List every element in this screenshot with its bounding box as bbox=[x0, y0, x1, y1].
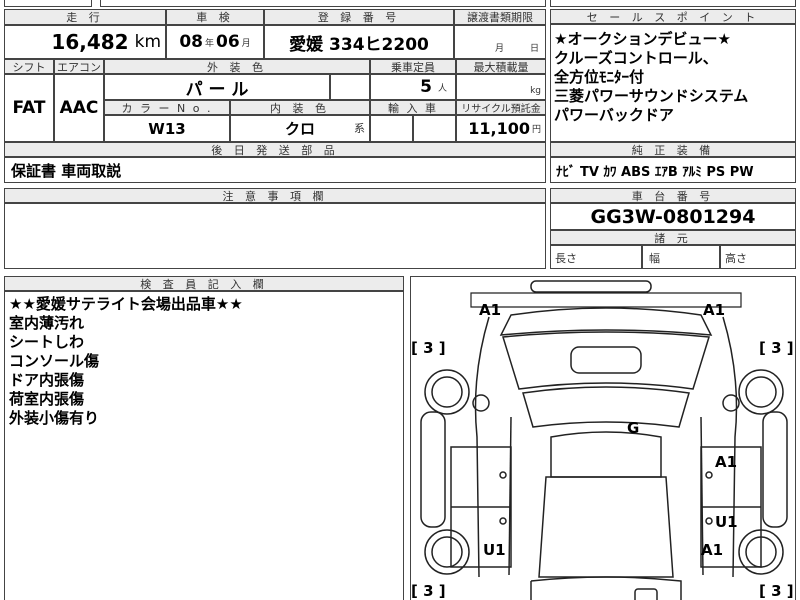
max-load-unit: kg bbox=[530, 86, 541, 96]
aircon-value: AAC bbox=[59, 98, 99, 118]
inspector-line: 荷室内張傷 bbox=[9, 390, 85, 408]
inspector-line: ドア内張傷 bbox=[9, 371, 85, 389]
transfer-month-unit: 月 bbox=[494, 44, 504, 54]
inspector-line: シートしわ bbox=[9, 333, 85, 351]
inspection-month: 06 bbox=[216, 32, 240, 52]
damage-mark-a1-right-quarter: A1 bbox=[701, 541, 724, 559]
exterior-color-extra bbox=[330, 74, 370, 100]
interior-color-cell: クロ 系 bbox=[230, 115, 370, 142]
shift-cell: FAT bbox=[4, 74, 54, 142]
aircon-header: エアコン bbox=[54, 59, 104, 74]
exterior-color-value: パ ー ル bbox=[185, 79, 249, 100]
sales-points-cell: ★オークションデビュー★ クルーズコントロール、 全方位ﾓﾆﾀｰ付 三菱パワーサ… bbox=[550, 24, 796, 142]
notes-header: 注 意 事 項 欄 bbox=[4, 188, 546, 203]
capacity-cell: 5 人 bbox=[370, 74, 456, 100]
recycle-cell: 11,100 円 bbox=[456, 115, 546, 142]
recycle-unit: 円 bbox=[531, 125, 541, 135]
dimensions-width-label: 幅 bbox=[649, 252, 660, 265]
recycle-value: 11,100 bbox=[468, 119, 530, 138]
equipment-header: 純 正 装 備 bbox=[550, 142, 796, 157]
inspection-header: 車 検 bbox=[166, 9, 264, 25]
tire-mark-front-left: [ 3 ] bbox=[411, 339, 446, 357]
mileage-header: 走 行 bbox=[4, 9, 166, 25]
dimensions-header: 諸 元 bbox=[550, 230, 796, 245]
interior-color-value: クロ bbox=[284, 120, 315, 138]
sales-point-line: クルーズコントロール、 bbox=[554, 49, 718, 67]
inspector-cell: ★★愛媛サテライト会場出品車★★ 室内薄汚れ シートしわ コンソール傷 ドア内張… bbox=[4, 291, 404, 600]
max-load-cell: kg bbox=[456, 74, 546, 100]
equipment-cell: ﾅﾋﾞ TV ｶﾜ ABS ｴｱB ｱﾙﾐ PS PW bbox=[550, 157, 796, 183]
transfer-day-unit: 日 bbox=[529, 44, 539, 54]
mileage-unit: km bbox=[134, 32, 161, 52]
import-cell-b bbox=[413, 115, 456, 142]
registration-header: 登 録 番 号 bbox=[264, 9, 454, 25]
tire-mark-front-right: [ 3 ] bbox=[759, 339, 794, 357]
shift-value: FAT bbox=[12, 98, 46, 118]
capacity-value: 5 bbox=[420, 77, 432, 97]
exterior-color-cell: パ ー ル bbox=[104, 74, 330, 100]
interior-color-suffix: 系 bbox=[354, 122, 365, 135]
mileage-cell: 16,482 km bbox=[4, 25, 166, 59]
sales-point-line: パワーバックドア bbox=[554, 106, 674, 124]
dimensions-length-label: 長さ bbox=[555, 252, 577, 265]
inspector-line: ★★愛媛サテライト会場出品車★★ bbox=[9, 295, 243, 313]
top-edge-left bbox=[4, 0, 92, 7]
inspector-line: 室内薄汚れ bbox=[9, 314, 85, 332]
color-no-value: W13 bbox=[148, 119, 186, 138]
chassis-value: GG3W-0801294 bbox=[590, 205, 756, 228]
car-outline bbox=[420, 280, 788, 600]
shift-header: シフト bbox=[4, 59, 54, 74]
damage-mark-a1-right-door: A1 bbox=[715, 453, 738, 471]
aircon-cell: AAC bbox=[54, 74, 104, 142]
recycle-header: リサイクル預託金 bbox=[456, 100, 546, 115]
damage-mark-u1-right-rear: U1 bbox=[715, 513, 738, 531]
inspection-month-unit: 月 bbox=[241, 38, 251, 49]
registration-value: 愛媛 334ヒ2200 bbox=[289, 34, 429, 55]
inspection-cell: 08 年 06 月 bbox=[166, 25, 264, 59]
equipment-value: ﾅﾋﾞ TV ｶﾜ ABS ｴｱB ｱﾙﾐ PS PW bbox=[556, 164, 754, 180]
capacity-unit: 人 bbox=[437, 83, 447, 94]
top-edge-right bbox=[550, 0, 796, 7]
dimensions-height: 高さ bbox=[720, 245, 796, 269]
color-no-cell: W13 bbox=[104, 115, 230, 142]
dimensions-height-label: 高さ bbox=[725, 252, 747, 265]
max-load-header: 最大積載量 bbox=[456, 59, 546, 74]
chassis-header: 車 台 番 号 bbox=[550, 188, 796, 203]
exterior-color-header: 外 装 色 bbox=[104, 59, 370, 74]
inspector-header: 検 査 員 記 入 欄 bbox=[4, 276, 404, 291]
sales-point-line: ★オークションデビュー★ bbox=[554, 30, 731, 48]
later-parts-value: 保証書 車両取説 bbox=[11, 161, 122, 180]
dimensions-length: 長さ bbox=[550, 245, 642, 269]
sales-point-line: 全方位ﾓﾆﾀｰ付 bbox=[554, 68, 645, 86]
inspection-year: 08 bbox=[179, 32, 203, 52]
registration-cell: 愛媛 334ヒ2200 bbox=[264, 25, 454, 59]
sales-points-header: セ ー ル ス ポ イ ン ト bbox=[550, 9, 796, 24]
damage-mark-a1-front-left: A1 bbox=[479, 301, 502, 319]
capacity-header: 乗車定員 bbox=[370, 59, 456, 74]
later-parts-cell: 保証書 車両取説 bbox=[4, 157, 546, 183]
import-header: 輸 入 車 bbox=[370, 100, 456, 115]
top-edge-mid bbox=[100, 0, 546, 7]
later-parts-header: 後 日 発 送 部 品 bbox=[4, 142, 546, 157]
import-cell-a bbox=[370, 115, 413, 142]
interior-color-header: 内 装 色 bbox=[230, 100, 370, 115]
sales-point-line: 三菱パワーサウンドシステム bbox=[554, 87, 749, 105]
damage-mark-u1-left-rear: U1 bbox=[483, 541, 506, 559]
inspector-line: 外装小傷有り bbox=[9, 409, 100, 427]
chassis-cell: GG3W-0801294 bbox=[550, 203, 796, 230]
notes-cell bbox=[4, 203, 546, 269]
tire-mark-rear-right: [ 3 ] bbox=[759, 582, 794, 600]
dimensions-width: 幅 bbox=[642, 245, 720, 269]
color-no-header: カ ラ ー N o . bbox=[104, 100, 230, 115]
mileage-value: 16,482 bbox=[51, 30, 129, 54]
damage-mark-g-roof: G bbox=[627, 419, 640, 437]
inspector-line: コンソール傷 bbox=[9, 352, 100, 370]
tire-mark-rear-left: [ 3 ] bbox=[411, 582, 446, 600]
transfer-deadline-cell: 月 日 bbox=[454, 25, 546, 59]
car-diagram: A1 A1 G A1 U1 U1 A1 [ 3 ] [ 3 ] [ 3 ] [ … bbox=[410, 276, 796, 600]
damage-mark-a1-front-right: A1 bbox=[703, 301, 726, 319]
transfer-deadline-header: 譲渡書類期限 bbox=[454, 9, 546, 25]
inspection-year-unit: 年 bbox=[204, 38, 214, 49]
